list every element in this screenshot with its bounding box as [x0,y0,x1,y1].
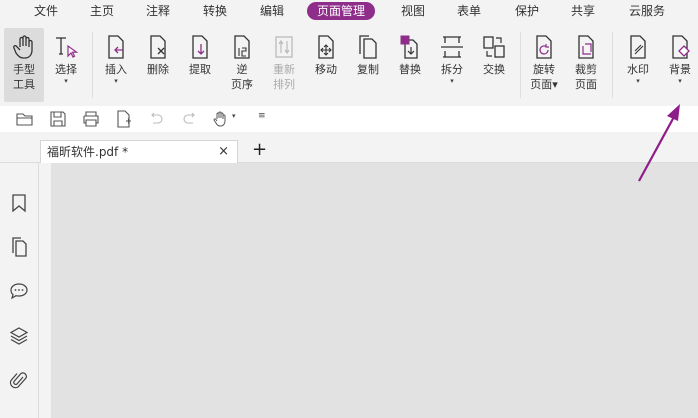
watermark-icon [630,35,646,59]
crop-page-button[interactable]: 裁剪 页面 [566,28,606,92]
open-folder-icon[interactable] [16,110,34,128]
menu-convert[interactable]: 转换 [202,2,228,20]
document-tab-title: 福昕软件.pdf * [47,145,129,159]
undo-icon[interactable] [147,110,165,128]
watermark-button[interactable]: 水印 ▾ [618,28,658,85]
menu-comment[interactable]: 注释 [145,2,171,20]
background-icon [672,35,690,59]
sidebar-gap [39,163,51,418]
menu-file[interactable]: 文件 [33,2,59,20]
rearrange-icon [275,36,293,58]
reverse-order-label-1: 逆 [236,63,248,76]
menu-home[interactable]: 主页 [89,2,115,20]
hand-tool-label-1: 手型 [13,63,35,76]
hand-dropdown-icon[interactable] [212,110,230,128]
delete-page-icon [150,35,166,59]
menu-protect[interactable]: 保护 [514,2,540,20]
swap-label: 交换 [483,63,505,76]
crop-page-label-1: 裁剪 [575,63,597,76]
hand-tool-label-2: 工具 [13,78,35,91]
crop-page-label-2: 页面 [575,78,597,91]
reverse-order-icon [234,35,250,59]
menu-edit[interactable]: 编辑 [259,2,285,20]
reverse-order-label-2: 页序 [231,78,253,91]
menu-form[interactable]: 表单 [456,2,482,20]
extract-page-label: 提取 [189,63,211,76]
menu-bar: 文件 主页 注释 转换 编辑 页面管理 视图 表单 保护 共享 云服务 [0,0,698,22]
reverse-order-button[interactable]: 逆 页序 [222,28,262,92]
new-tab-icon[interactable]: + [252,140,267,160]
split-button[interactable]: 拆分 ▾ [432,28,472,85]
select-tool-caret: ▾ [64,77,68,85]
document-tab-strip: 福昕软件.pdf * × + [0,132,698,163]
delete-page-label: 删除 [147,63,169,76]
menu-share[interactable]: 共享 [570,2,596,20]
move-page-label: 移动 [315,63,337,76]
insert-page-caret: ▾ [114,77,118,85]
select-tool-label: 选择 [55,63,77,76]
redo-icon[interactable] [181,110,199,128]
quick-access-toolbar: ▾ ≡ [0,106,698,132]
copy-page-icon [359,35,377,59]
move-page-icon [318,35,334,59]
crop-page-icon [578,35,594,59]
document-tab[interactable]: 福昕软件.pdf * × [40,140,238,163]
new-document-icon[interactable] [115,110,133,128]
copy-page-label: 复制 [357,63,379,76]
rotate-page-icon [536,35,552,59]
print-icon[interactable] [82,110,100,128]
split-icon [441,36,463,58]
background-label: 背景 [669,63,691,76]
delete-page-button[interactable]: 删除 [138,28,178,77]
watermark-caret: ▾ [636,77,640,85]
replace-page-label: 替换 [399,63,421,76]
rearrange-button[interactable]: 重新 排列 [264,28,304,92]
ribbon-toolbar: 手型 工具 选择 ▾ 插入 ▾ 删除 提取 逆 页序 重新 排列 移动 复制 替… [0,22,698,106]
insert-page-icon [108,35,124,59]
layers-icon[interactable] [9,326,29,346]
hand-tool-button[interactable]: 手型 工具 [4,28,44,102]
split-label: 拆分 [441,63,463,76]
document-canvas[interactable] [51,163,698,418]
ribbon-separator [520,32,521,98]
rotate-page-button[interactable]: 旋转 页面▾ [524,28,564,92]
menu-cloud[interactable]: 云服务 [628,2,666,20]
menu-page-management[interactable]: 页面管理 [307,2,376,20]
select-tool-button[interactable]: 选择 ▾ [46,28,86,85]
close-tab-icon[interactable]: × [218,141,229,163]
page-thumbnails-icon[interactable] [9,237,29,257]
insert-page-label: 插入 [105,63,127,76]
menu-view[interactable]: 视图 [400,2,426,20]
ribbon-separator [612,32,613,98]
customize-toolbar-icon[interactable]: ≡ [258,111,266,121]
rotate-page-label-1: 旋转 [533,63,555,76]
replace-page-button[interactable]: 替换 [390,28,430,77]
move-page-button[interactable]: 移动 [306,28,346,77]
copy-page-button[interactable]: 复制 [348,28,388,77]
background-caret: ▾ [678,77,682,85]
attachment-icon[interactable] [9,371,29,391]
navigation-sidebar [0,163,39,418]
rearrange-label-1: 重新 [273,63,295,76]
swap-icon [483,36,505,58]
replace-page-icon [400,35,418,59]
ribbon-separator [92,32,93,98]
rearrange-label-2: 排列 [273,78,295,91]
watermark-label: 水印 [627,63,649,76]
bookmark-icon[interactable] [9,193,29,213]
background-button[interactable]: 背景 ▾ [660,28,698,85]
comments-icon[interactable] [9,281,29,301]
swap-button[interactable]: 交换 [474,28,514,77]
select-cursor-icon [56,37,79,58]
extract-page-icon [192,35,208,59]
rotate-page-label-2: 页面▾ [530,78,558,91]
insert-page-button[interactable]: 插入 ▾ [96,28,136,85]
hand-dropdown-caret[interactable]: ▾ [232,112,236,120]
extract-page-button[interactable]: 提取 [180,28,220,77]
save-icon[interactable] [49,110,67,128]
split-caret: ▾ [450,77,454,85]
hand-icon [13,35,33,59]
